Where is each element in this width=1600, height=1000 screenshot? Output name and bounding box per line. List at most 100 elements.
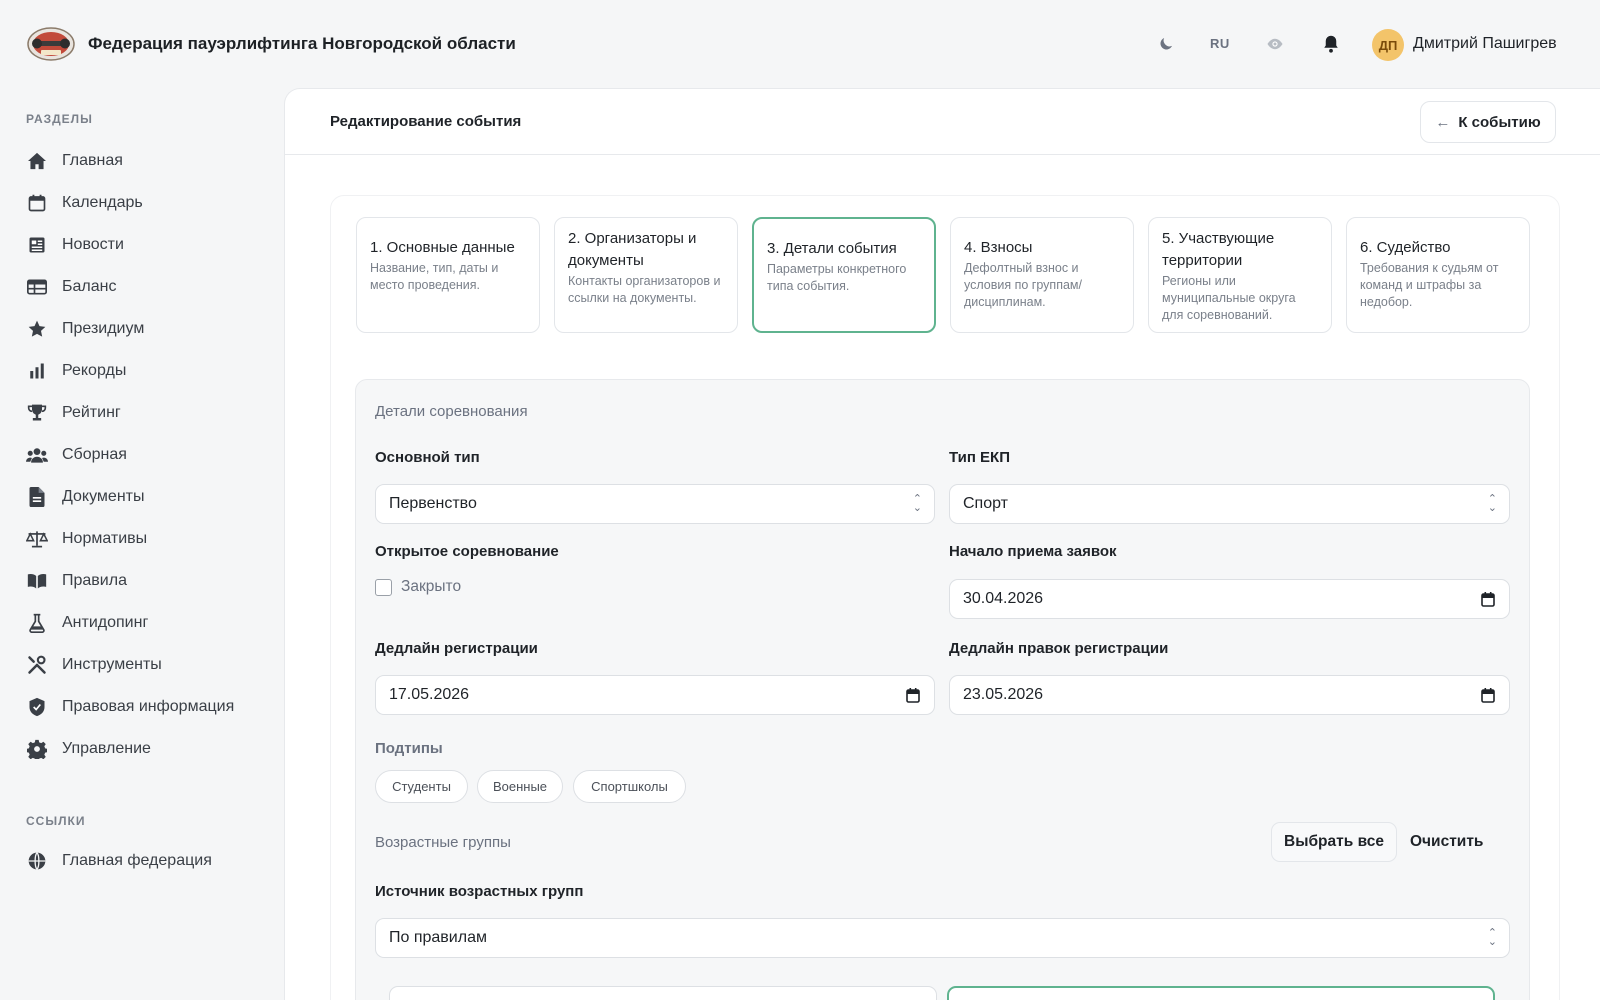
sidebar-item-home[interactable]: Главная (26, 146, 276, 176)
shield-icon (26, 696, 48, 718)
main-type-label: Основной тип (375, 449, 480, 466)
step-territories[interactable]: 5. Участвующие территории Регионы или му… (1148, 217, 1332, 333)
sidebar-item-team[interactable]: Сборная (26, 440, 276, 470)
main-type-value: Первенство (389, 495, 477, 512)
sidebar-item-calendar[interactable]: Календарь (26, 188, 276, 218)
back-to-event-button[interactable]: ← К событию (1420, 101, 1556, 143)
step-description: Название, тип, даты и место проведения. (370, 261, 499, 292)
age-groups-label: Возрастные группы (375, 834, 511, 851)
page-title: Редактирование события (330, 113, 522, 130)
sidebar-item-label: Правила (62, 572, 127, 589)
step-description: Параметры конкретного типа события. (767, 262, 907, 293)
reg-edit-deadline-date-input[interactable]: 23.05.2026 (949, 675, 1510, 715)
checkbox-box[interactable] (375, 578, 392, 596)
sidebar-item-standards[interactable]: Нормативы (26, 524, 276, 554)
sidebar-item-legal[interactable]: Правовая информация (26, 692, 276, 722)
age-source-value: По правилам (389, 929, 487, 946)
step-title: 6. Судейство (1360, 239, 1451, 256)
sidebar-item-label: Главная (62, 152, 123, 169)
sidebar-link-main-federation[interactable]: Главная федерация (26, 846, 276, 876)
calendar-icon[interactable] (906, 688, 920, 703)
reg-deadline-date-input[interactable]: 17.05.2026 (375, 675, 935, 715)
step-description: Контакты организаторов и ссылки на докум… (568, 274, 721, 305)
sidebar-item-label: Нормативы (62, 530, 148, 547)
sidebar-item-label: Баланс (62, 278, 117, 295)
step-title: 5. Участвующие территории (1162, 230, 1275, 269)
age-source-select[interactable]: По правилам ⌃ ⌄ (375, 918, 1510, 958)
step-event-details[interactable]: 3. Детали события Параметры конкретного … (752, 217, 936, 333)
step-fees[interactable]: 4. Взносы Дефолтный взнос и условия по г… (950, 217, 1134, 333)
sidebar-item-label: Главная федерация (62, 852, 212, 869)
table-icon (26, 276, 48, 298)
subtype-chip-military[interactable]: Военные (477, 770, 563, 803)
top-bar: Федерация пауэрлифтинга Новгородской обл… (0, 0, 1600, 88)
step-basic-data[interactable]: 1. Основные данные Название, тип, даты и… (356, 217, 540, 333)
calendar-icon[interactable] (1481, 592, 1495, 607)
chevron-updown-icon: ⌃ ⌄ (912, 493, 922, 514)
main-type-select[interactable]: Первенство ⌃ ⌄ (375, 484, 935, 524)
select-all-button[interactable]: Выбрать все (1271, 822, 1397, 862)
step-judging[interactable]: 6. Судейство Требования к судьям от кома… (1346, 217, 1530, 333)
reg-start-value: 30.04.2026 (963, 590, 1044, 607)
news-icon (26, 234, 48, 256)
sidebar-item-documents[interactable]: Документы (26, 482, 276, 512)
sidebar-links-label: ССЫЛКИ (26, 814, 86, 828)
step-organizers[interactable]: 2. Организаторы и документы Контакты орг… (554, 217, 738, 333)
moon-icon[interactable] (1155, 33, 1177, 55)
subtype-chip-sport-schools[interactable]: Спортшколы (573, 770, 686, 803)
sidebar-item-rules[interactable]: Правила (26, 566, 276, 596)
language-switch[interactable]: RU (1210, 36, 1230, 51)
sidebar-item-rating[interactable]: Рейтинг (26, 398, 276, 428)
user-avatar[interactable]: ДП (1372, 29, 1404, 61)
sidebar-item-tools[interactable]: Инструменты (26, 650, 276, 680)
arrow-left-icon: ← (1435, 113, 1451, 131)
calendar-icon[interactable] (1481, 688, 1495, 703)
sidebar-item-presidium[interactable]: Президиум (26, 314, 276, 344)
home-icon (26, 150, 48, 172)
sidebar-item-management[interactable]: Управление (26, 734, 276, 764)
age-source-label: Источник возрастных групп (375, 883, 584, 900)
sidebar-item-news[interactable]: Новости (26, 230, 276, 260)
open-competition-checkbox[interactable]: Закрыто (375, 578, 461, 596)
sidebar-item-balance[interactable]: Баланс (26, 272, 276, 302)
ekp-type-select[interactable]: Спорт ⌃ ⌄ (949, 484, 1510, 524)
step-title: 1. Основные данные (370, 239, 515, 256)
flask-icon (26, 612, 48, 634)
step-description: Требования к судьям от команд и штрафы з… (1360, 261, 1499, 309)
star-icon (26, 318, 48, 340)
sidebar-item-label: Новости (62, 236, 124, 253)
age-group-option-card-selected[interactable] (947, 986, 1495, 1000)
sidebar-item-label: Инструменты (62, 656, 162, 673)
app-title: Федерация пауэрлифтинга Новгородской обл… (88, 34, 516, 53)
sidebar-item-label: Документы (62, 488, 145, 505)
federation-logo[interactable] (26, 26, 76, 62)
step-title: 3. Детали события (767, 240, 897, 257)
reg-start-label: Начало приема заявок (949, 543, 1117, 560)
reg-deadline-label: Дедлайн регистрации (375, 640, 538, 657)
user-name[interactable]: Дмитрий Пашигрев (1413, 35, 1557, 53)
subtype-chip-students[interactable]: Студенты (375, 770, 468, 803)
sidebar-item-antidoping[interactable]: Антидопинг (26, 608, 276, 638)
page-header: Редактирование события ← К событию (285, 89, 1600, 155)
trophy-icon (26, 402, 48, 424)
bar-chart-icon (26, 360, 48, 382)
bell-icon[interactable] (1320, 33, 1342, 55)
sidebar-item-label: Календарь (62, 194, 143, 211)
age-group-option-card[interactable] (389, 986, 937, 1000)
chevron-updown-icon: ⌃ ⌄ (1487, 927, 1497, 948)
sidebar-item-label: Управление (62, 740, 151, 757)
clear-button[interactable]: Очистить (1410, 833, 1483, 851)
checkbox-label: Закрыто (401, 578, 462, 595)
eye-icon[interactable] (1264, 33, 1286, 55)
reg-deadline-value: 17.05.2026 (389, 686, 470, 703)
sidebar-item-records[interactable]: Рекорды (26, 356, 276, 386)
reg-edit-deadline-value: 23.05.2026 (963, 686, 1044, 703)
sidebar-item-label: Сборная (62, 446, 127, 463)
subtypes-label: Подтипы (375, 740, 443, 757)
sidebar-sections-label: РАЗДЕЛЫ (26, 112, 93, 126)
tools-icon (26, 654, 48, 676)
sidebar-item-label: Антидопинг (62, 614, 149, 631)
sidebar-item-label: Правовая информация (62, 698, 235, 715)
calendar-icon (26, 192, 48, 214)
reg-start-date-input[interactable]: 30.04.2026 (949, 579, 1510, 619)
